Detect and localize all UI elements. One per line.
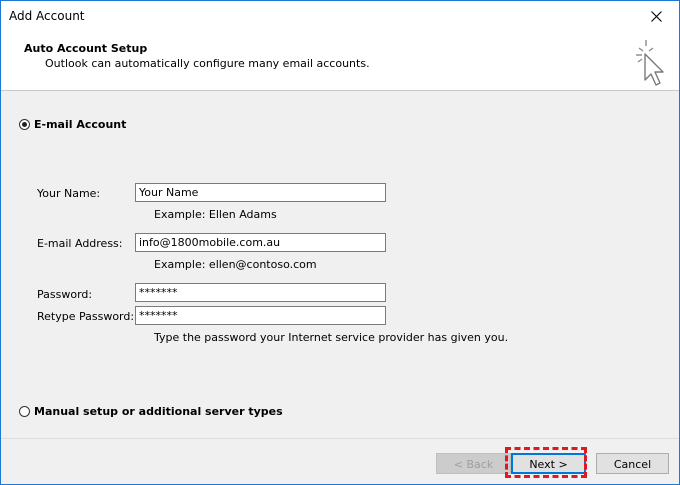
next-button[interactable]: Next >	[511, 453, 586, 474]
window-title: Add Account	[9, 9, 85, 23]
password-input[interactable]	[135, 283, 386, 302]
cursor-sparkle-icon	[636, 40, 664, 86]
retype-password-input[interactable]	[135, 306, 386, 325]
password-hint: Type the password your Internet service …	[154, 331, 509, 344]
header-subtitle: Outlook can automatically configure many…	[45, 57, 370, 70]
your-name-input[interactable]	[135, 183, 386, 202]
manual-setup-radio[interactable]	[19, 406, 30, 417]
manual-setup-label: Manual setup or additional server types	[34, 405, 283, 418]
setup-header: Auto Account Setup Outlook can automatic…	[1, 32, 679, 91]
header-title: Auto Account Setup	[24, 42, 148, 55]
close-icon	[650, 11, 662, 22]
your-name-hint: Example: Ellen Adams	[154, 208, 277, 221]
cancel-button[interactable]: Cancel	[596, 453, 669, 474]
your-name-label: Your Name:	[37, 187, 101, 200]
email-account-radio[interactable]	[19, 119, 30, 130]
email-account-label: E-mail Account	[34, 118, 127, 131]
footer-divider	[1, 438, 679, 439]
password-label: Password:	[37, 288, 93, 301]
back-button[interactable]: < Back	[436, 453, 511, 474]
email-address-label: E-mail Address:	[37, 237, 123, 250]
email-account-option[interactable]: E-mail Account	[19, 118, 126, 131]
retype-password-label: Retype Password:	[37, 310, 135, 323]
add-account-dialog: Add Account Auto Account Setup Outlook c…	[0, 0, 680, 485]
close-button[interactable]	[633, 1, 679, 32]
email-address-input[interactable]	[135, 233, 386, 252]
email-address-hint: Example: ellen@contoso.com	[154, 258, 317, 271]
title-bar: Add Account	[1, 1, 679, 32]
manual-setup-option[interactable]: Manual setup or additional server types	[19, 405, 283, 418]
